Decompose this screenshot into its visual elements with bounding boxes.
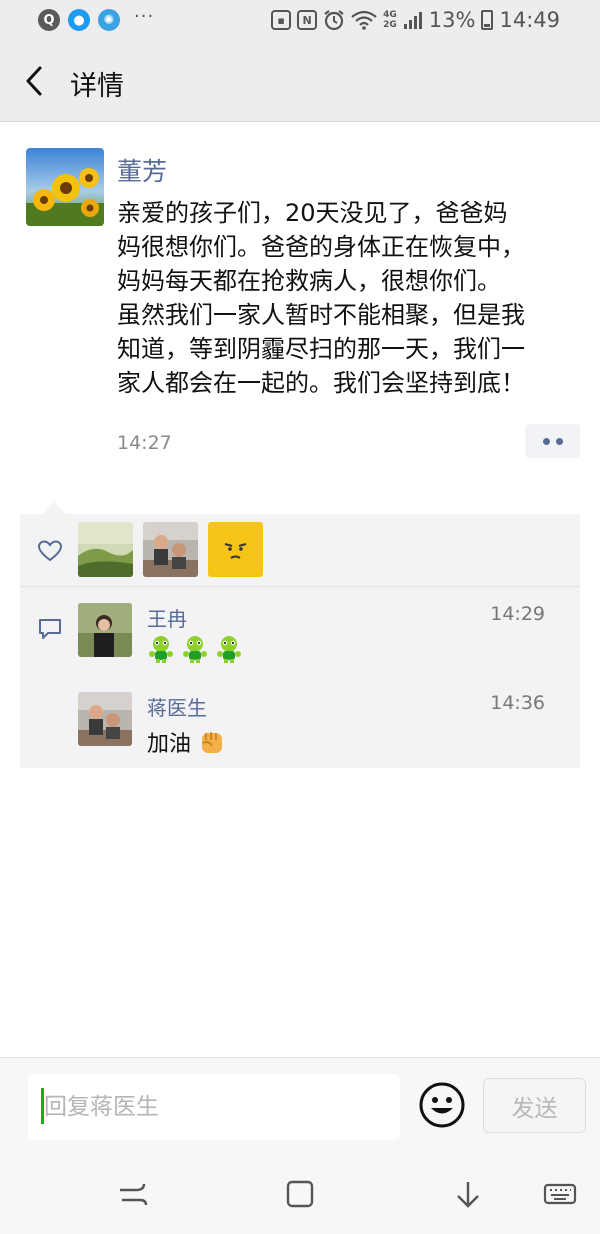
post-line: 妈很想你们。爸爸的身体正在恢复中， — [117, 233, 525, 261]
comment-text — [147, 634, 243, 664]
frog-emoji-icon — [217, 636, 241, 663]
liker-avatar[interactable] — [208, 522, 263, 577]
emoji-button-icon[interactable] — [418, 1081, 466, 1129]
comment-icon — [39, 619, 61, 639]
post-line: 知道，等到阴霾尽扫的那一天，我们一 — [117, 335, 525, 363]
qq-browser-icon: Q — [38, 9, 60, 31]
liker-avatar[interactable] — [78, 522, 133, 577]
nfc-icon: N — [297, 10, 318, 30]
battery-percent: 13% — [428, 8, 476, 32]
dot-icon — [542, 437, 550, 445]
author-avatar[interactable] — [26, 148, 104, 226]
title-bar: 详情 — [0, 40, 600, 122]
sim-icon: ▪ — [271, 10, 292, 30]
heart-icon — [38, 540, 62, 562]
commenter-avatar[interactable] — [78, 692, 132, 746]
network-bottom: 2G — [383, 20, 397, 30]
keyboard-icon[interactable] — [543, 1177, 577, 1211]
commenter-name[interactable]: 蒋医生 — [147, 692, 207, 721]
signal-icon — [403, 12, 422, 29]
commenter-name[interactable]: 王冉 — [147, 603, 187, 632]
panel-tip — [42, 502, 66, 514]
fist-emoji-icon — [202, 732, 223, 753]
page-title: 详情 — [70, 71, 124, 102]
text-caret — [41, 1088, 44, 1124]
send-button[interactable]: 发送 — [483, 1078, 586, 1133]
people-avatar-image — [78, 692, 132, 746]
comment-time: 14:36 — [490, 692, 545, 714]
post-line: 亲爱的孩子们，20天没见了，爸爸妈 — [117, 199, 508, 227]
likes-divider — [20, 586, 580, 587]
back-arrow-icon[interactable] — [22, 64, 54, 98]
header: Q ● ✺ ··· ▪ N 4G 2G 13% 14:49 详情 — [0, 0, 600, 122]
emoji-avatar-image — [208, 522, 263, 577]
frog-emoji-icon — [183, 636, 207, 663]
landscape-avatar-image — [78, 522, 133, 577]
system-nav-bar — [0, 1157, 600, 1234]
more-actions-button[interactable] — [525, 424, 580, 458]
post-time: 14:27 — [117, 432, 172, 454]
frog-emoji-icon — [149, 636, 173, 663]
post-line: 虽然我们一家人暂时不能相聚，但是我 — [117, 301, 525, 329]
wifi-icon — [351, 10, 377, 30]
liker-avatar[interactable] — [143, 522, 198, 577]
comment-text: 加油 — [147, 726, 227, 758]
battery-icon — [481, 10, 494, 30]
home-icon[interactable] — [283, 1177, 317, 1211]
qq-icon: ● — [68, 9, 90, 31]
alarm-icon — [324, 10, 344, 31]
more-dots-icon: ··· — [134, 5, 155, 27]
comment-text-content: 加油 — [147, 732, 192, 757]
author-name[interactable]: 董芳 — [117, 152, 167, 188]
post-text: 亲爱的孩子们，20天没见了，爸爸妈 妈很想你们。爸爸的身体正在恢复中， 妈妈每天… — [117, 196, 587, 400]
comment-time: 14:29 — [490, 603, 545, 625]
status-bar-left: Q ● ✺ ··· — [38, 5, 155, 32]
wechat-moments-icon: ✺ — [98, 9, 120, 31]
commenter-avatar[interactable] — [78, 603, 132, 657]
post-line: 妈妈每天都在抢救病人，很想你们。 — [117, 267, 501, 295]
network-top: 4G — [383, 10, 397, 20]
status-bar-right: ▪ N 4G 2G 13% 14:49 — [271, 7, 560, 33]
reply-input[interactable] — [28, 1074, 400, 1140]
people-avatar-image — [143, 522, 198, 577]
clock: 14:49 — [499, 8, 560, 32]
back-hide-icon[interactable] — [451, 1177, 485, 1211]
dot-icon — [555, 437, 563, 445]
network-type: 4G 2G — [383, 10, 397, 30]
woman-avatar-image — [78, 603, 132, 657]
status-bar: Q ● ✺ ··· ▪ N 4G 2G 13% 14:49 — [0, 0, 600, 40]
recent-apps-icon[interactable] — [116, 1177, 150, 1211]
post-line: 家人都会在一起的。我们会坚持到底！ — [117, 369, 525, 397]
sunflower-image — [26, 148, 104, 226]
